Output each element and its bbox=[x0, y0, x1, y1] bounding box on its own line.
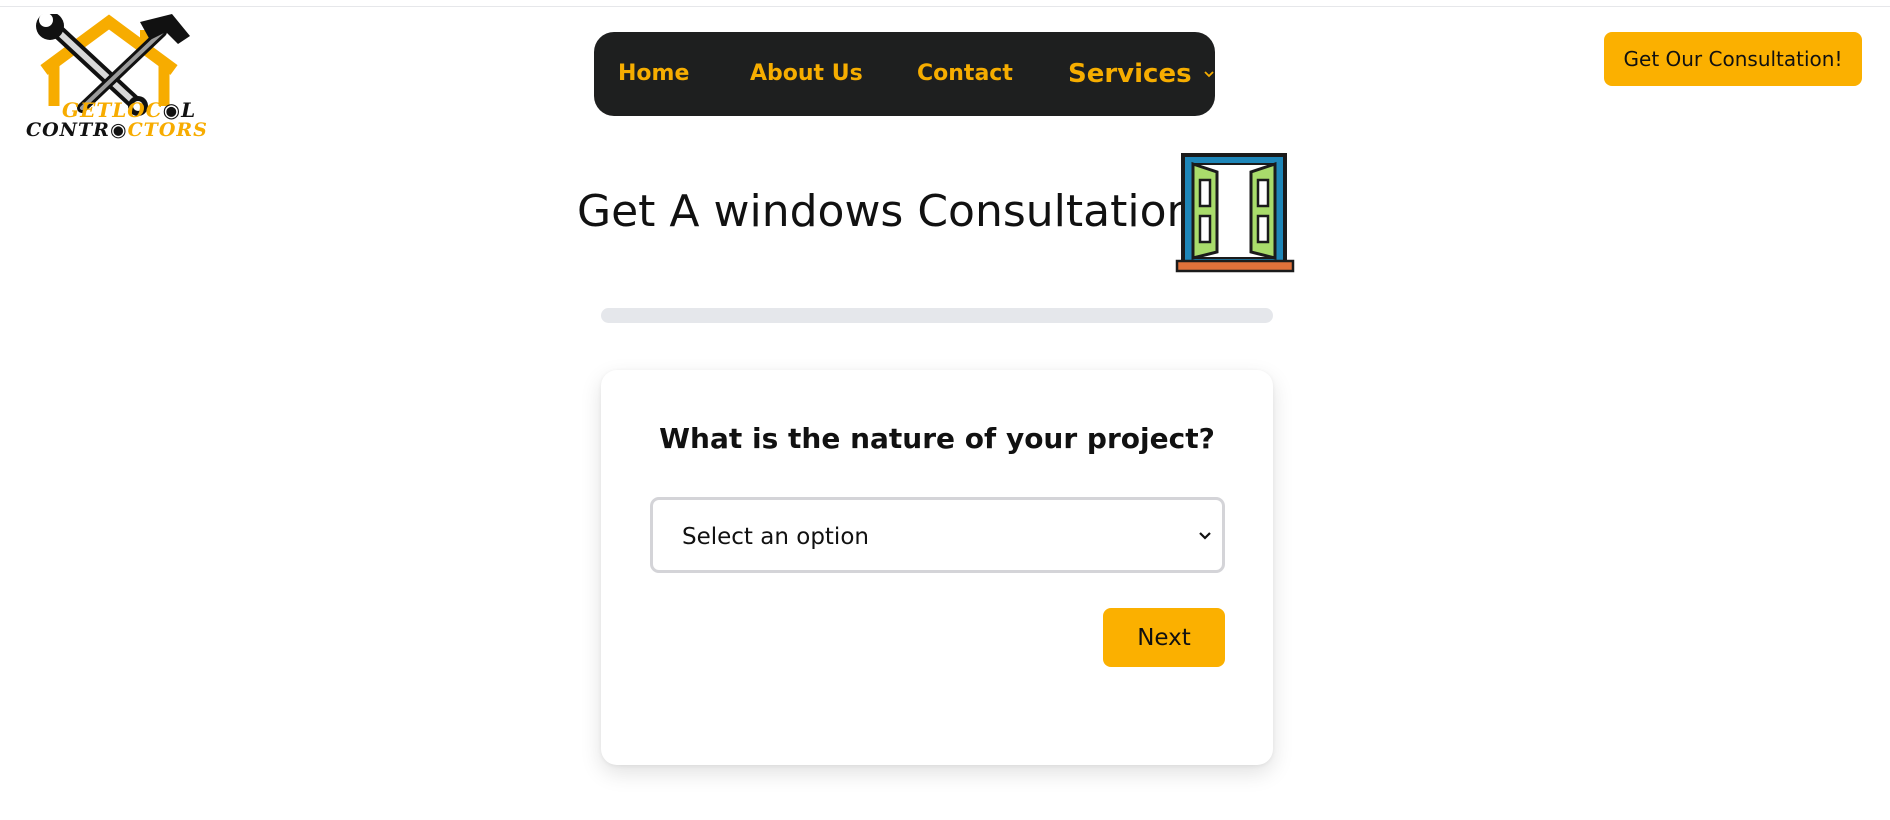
nav-contact-link[interactable]: Contact bbox=[917, 61, 1013, 86]
logo-pin-glyph-2: ◉ bbox=[109, 119, 128, 141]
logo-text-contr: CONTR bbox=[26, 119, 110, 141]
nav-services-label: Services bbox=[1068, 59, 1192, 89]
window-icon bbox=[1175, 153, 1295, 273]
progress-bar bbox=[601, 308, 1273, 323]
next-button[interactable]: Next bbox=[1103, 608, 1225, 667]
nav-about-link[interactable]: About Us bbox=[750, 61, 863, 86]
logo-text-ctors: CTORS bbox=[127, 119, 208, 141]
logo-text-line1: GETLOC◉L bbox=[62, 100, 202, 120]
nav-home-link[interactable]: Home bbox=[618, 61, 689, 86]
logo[interactable]: GETLOC◉L CONTR◉CTORS bbox=[22, 14, 207, 142]
get-consultation-button[interactable]: Get Our Consultation! bbox=[1604, 32, 1862, 86]
chevron-down-icon bbox=[1199, 532, 1211, 540]
project-nature-select[interactable]: Select an option bbox=[650, 497, 1225, 573]
top-divider bbox=[0, 6, 1890, 7]
logo-text-line2: CONTR◉CTORS bbox=[26, 119, 207, 141]
question-title: What is the nature of your project? bbox=[659, 422, 1215, 455]
chevron-down-icon bbox=[1203, 71, 1214, 78]
question-card: What is the nature of your project? Sele… bbox=[601, 370, 1273, 765]
page-title: Get A windows Consultation! bbox=[577, 186, 1213, 237]
main-nav: Home About Us Contact Services bbox=[594, 32, 1215, 116]
nav-services-dropdown[interactable]: Services bbox=[1068, 59, 1216, 89]
select-current-value: Select an option bbox=[682, 524, 869, 550]
